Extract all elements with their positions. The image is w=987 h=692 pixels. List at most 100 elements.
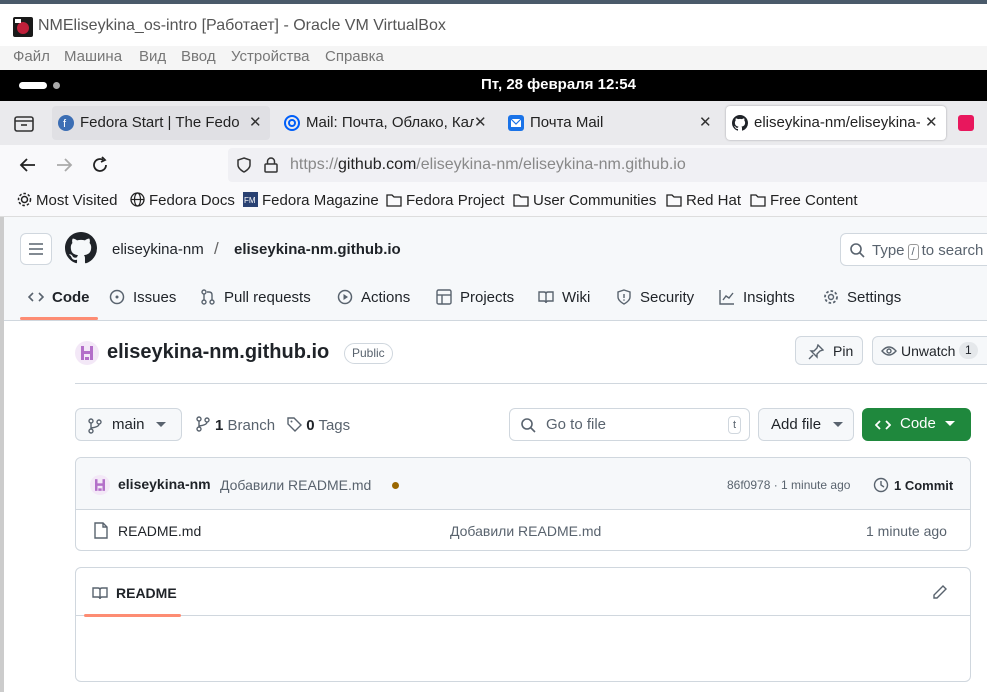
close-icon[interactable]: ✕ xyxy=(249,113,262,131)
close-icon[interactable]: ✕ xyxy=(474,113,487,131)
branches-link[interactable]: 1 Branch xyxy=(196,416,275,434)
chevron-down-icon xyxy=(945,421,955,427)
menu-input[interactable]: Ввод xyxy=(181,48,216,65)
file-commit-message[interactable]: Добавили README.md xyxy=(450,523,601,539)
tags-link[interactable]: 0 Tags xyxy=(287,417,350,434)
divider xyxy=(75,383,987,384)
bookmark-fedora-magazine[interactable]: FM Fedora Magazine xyxy=(243,192,379,209)
browser-tab-bar: f Fedora Start | The Fedora ✕ Mail: Почт… xyxy=(0,101,987,145)
menu-file[interactable]: Файл xyxy=(13,48,50,65)
pin-icon xyxy=(808,344,824,360)
go-to-file-input[interactable]: Go to file t xyxy=(509,408,750,441)
tab-github-active[interactable]: eliseykina-nm/eliseykina- ✕ xyxy=(726,106,946,140)
commit-author[interactable]: eliseykina-nm xyxy=(118,476,211,492)
tab-actions[interactable]: Actions xyxy=(337,289,410,306)
folder-icon xyxy=(666,193,682,207)
latest-commit-bar: eliseykina-nm Добавили README.md 86f0978… xyxy=(76,458,970,510)
fedora-icon: f xyxy=(58,115,74,131)
tab-mail-ru[interactable]: Mail: Почта, Облако, Кал ✕ xyxy=(278,106,490,140)
pencil-icon[interactable] xyxy=(932,584,948,600)
tab-fedora-start[interactable]: f Fedora Start | The Fedora ✕ xyxy=(52,106,270,140)
avatar[interactable] xyxy=(75,341,99,365)
branch-tag-summary: 1 Branch 0 Tags xyxy=(196,416,350,434)
eye-icon xyxy=(881,344,897,358)
unwatch-label: Unwatch xyxy=(901,343,956,359)
shield-icon[interactable] xyxy=(236,157,252,173)
avatar[interactable] xyxy=(90,475,110,495)
bookmark-free-content[interactable]: Free Content xyxy=(750,192,858,209)
menu-view[interactable]: Вид xyxy=(139,48,166,65)
file-icon xyxy=(94,522,108,539)
tab-overview-icon[interactable] xyxy=(14,114,34,132)
issue-icon xyxy=(109,289,125,305)
menu-help[interactable]: Справка xyxy=(325,48,384,65)
tab-code[interactable]: Code xyxy=(28,289,90,306)
tab-projects[interactable]: Projects xyxy=(436,289,514,306)
vbox-titlebar: NMEliseykina_os-intro [Работает] - Oracl… xyxy=(0,0,987,46)
navigation-bar: https://github.com/eliseykina-nm/eliseyk… xyxy=(0,145,987,185)
tab-security[interactable]: Security xyxy=(616,289,694,306)
lock-icon[interactable] xyxy=(264,157,278,173)
unwatch-button[interactable]: Unwatch 1 xyxy=(872,336,987,365)
next-tab-favicon[interactable] xyxy=(958,115,974,131)
bookmark-fedora-docs[interactable]: Fedora Docs xyxy=(130,192,235,209)
bookmark-most-visited[interactable]: Most Visited xyxy=(17,192,117,209)
file-browser: eliseykina-nm Добавили README.md 86f0978… xyxy=(75,457,971,551)
tab-insights[interactable]: Insights xyxy=(719,289,795,306)
url-bar[interactable]: https://github.com/eliseykina-nm/eliseyk… xyxy=(228,148,987,182)
repo-title[interactable]: eliseykina-nm.github.io xyxy=(107,341,329,364)
shield-icon xyxy=(616,289,632,305)
tab-pull-requests[interactable]: Pull requests xyxy=(200,289,311,306)
github-logo-icon[interactable] xyxy=(65,232,97,264)
commit-hash-time[interactable]: 86f0978 · 1 minute ago xyxy=(727,478,850,492)
url-text[interactable]: https://github.com/eliseykina-nm/eliseyk… xyxy=(290,156,686,174)
activities-indicator[interactable] xyxy=(19,82,47,89)
close-icon[interactable]: ✕ xyxy=(925,113,938,131)
add-file-label: Add file xyxy=(771,416,822,433)
file-name[interactable]: README.md xyxy=(118,523,201,539)
window-edge xyxy=(0,217,4,692)
reload-icon[interactable] xyxy=(91,156,109,174)
folder-icon xyxy=(513,193,529,207)
code-button[interactable]: Code xyxy=(862,408,971,441)
tab-label: Mail: Почта, Облако, Кал xyxy=(306,114,474,131)
menu-machine[interactable]: Машина xyxy=(64,48,122,65)
repo-link[interactable]: eliseykina-nm.github.io xyxy=(234,241,401,258)
bookmark-red-hat[interactable]: Red Hat xyxy=(666,192,741,209)
graph-icon xyxy=(719,289,735,305)
tab-pochta-mail[interactable]: Почта Mail ✕ xyxy=(502,106,720,140)
table-icon xyxy=(436,289,452,305)
tab-wiki[interactable]: Wiki xyxy=(538,289,590,306)
active-tab-indicator xyxy=(20,317,98,320)
commit-message[interactable]: Добавили README.md xyxy=(220,477,371,493)
clock[interactable]: Пт, 28 февраля 12:54 xyxy=(0,76,987,93)
bookmark-fedora-project[interactable]: Fedora Project xyxy=(386,192,504,209)
add-file-button[interactable]: Add file xyxy=(758,408,854,441)
search-input[interactable]: Type / to search xyxy=(840,233,987,266)
branch-selector[interactable]: main xyxy=(75,408,182,441)
chevron-down-icon xyxy=(833,422,843,428)
back-icon[interactable] xyxy=(19,156,37,174)
gear-icon xyxy=(17,192,32,207)
bookmarks-toolbar: Most Visited Fedora Docs FM Fedora Magazi… xyxy=(0,185,987,217)
bookmark-user-communities[interactable]: User Communities xyxy=(513,192,656,209)
search-icon xyxy=(850,243,865,258)
tab-issues[interactable]: Issues xyxy=(109,289,176,306)
pin-button[interactable]: Pin xyxy=(795,336,863,365)
commit-count-link[interactable]: 1 Commit xyxy=(873,477,953,493)
play-icon xyxy=(337,289,353,305)
close-icon[interactable]: ✕ xyxy=(699,113,712,131)
folder-icon xyxy=(750,193,766,207)
chevron-down-icon xyxy=(156,422,166,428)
workspace-dot xyxy=(53,82,60,89)
menu-button[interactable] xyxy=(20,233,52,265)
readme-tab[interactable]: README xyxy=(116,585,177,601)
forward-icon[interactable] xyxy=(55,156,73,174)
hamburger-icon xyxy=(29,243,43,255)
tab-settings[interactable]: Settings xyxy=(823,289,901,306)
gnome-top-bar: Пт, 28 февраля 12:54 xyxy=(0,70,987,101)
owner-link[interactable]: eliseykina-nm xyxy=(112,241,204,258)
menu-devices[interactable]: Устройства xyxy=(231,48,309,65)
window-title: NMEliseykina_os-intro [Работает] - Oracl… xyxy=(38,17,446,34)
status-dot[interactable] xyxy=(392,482,399,489)
